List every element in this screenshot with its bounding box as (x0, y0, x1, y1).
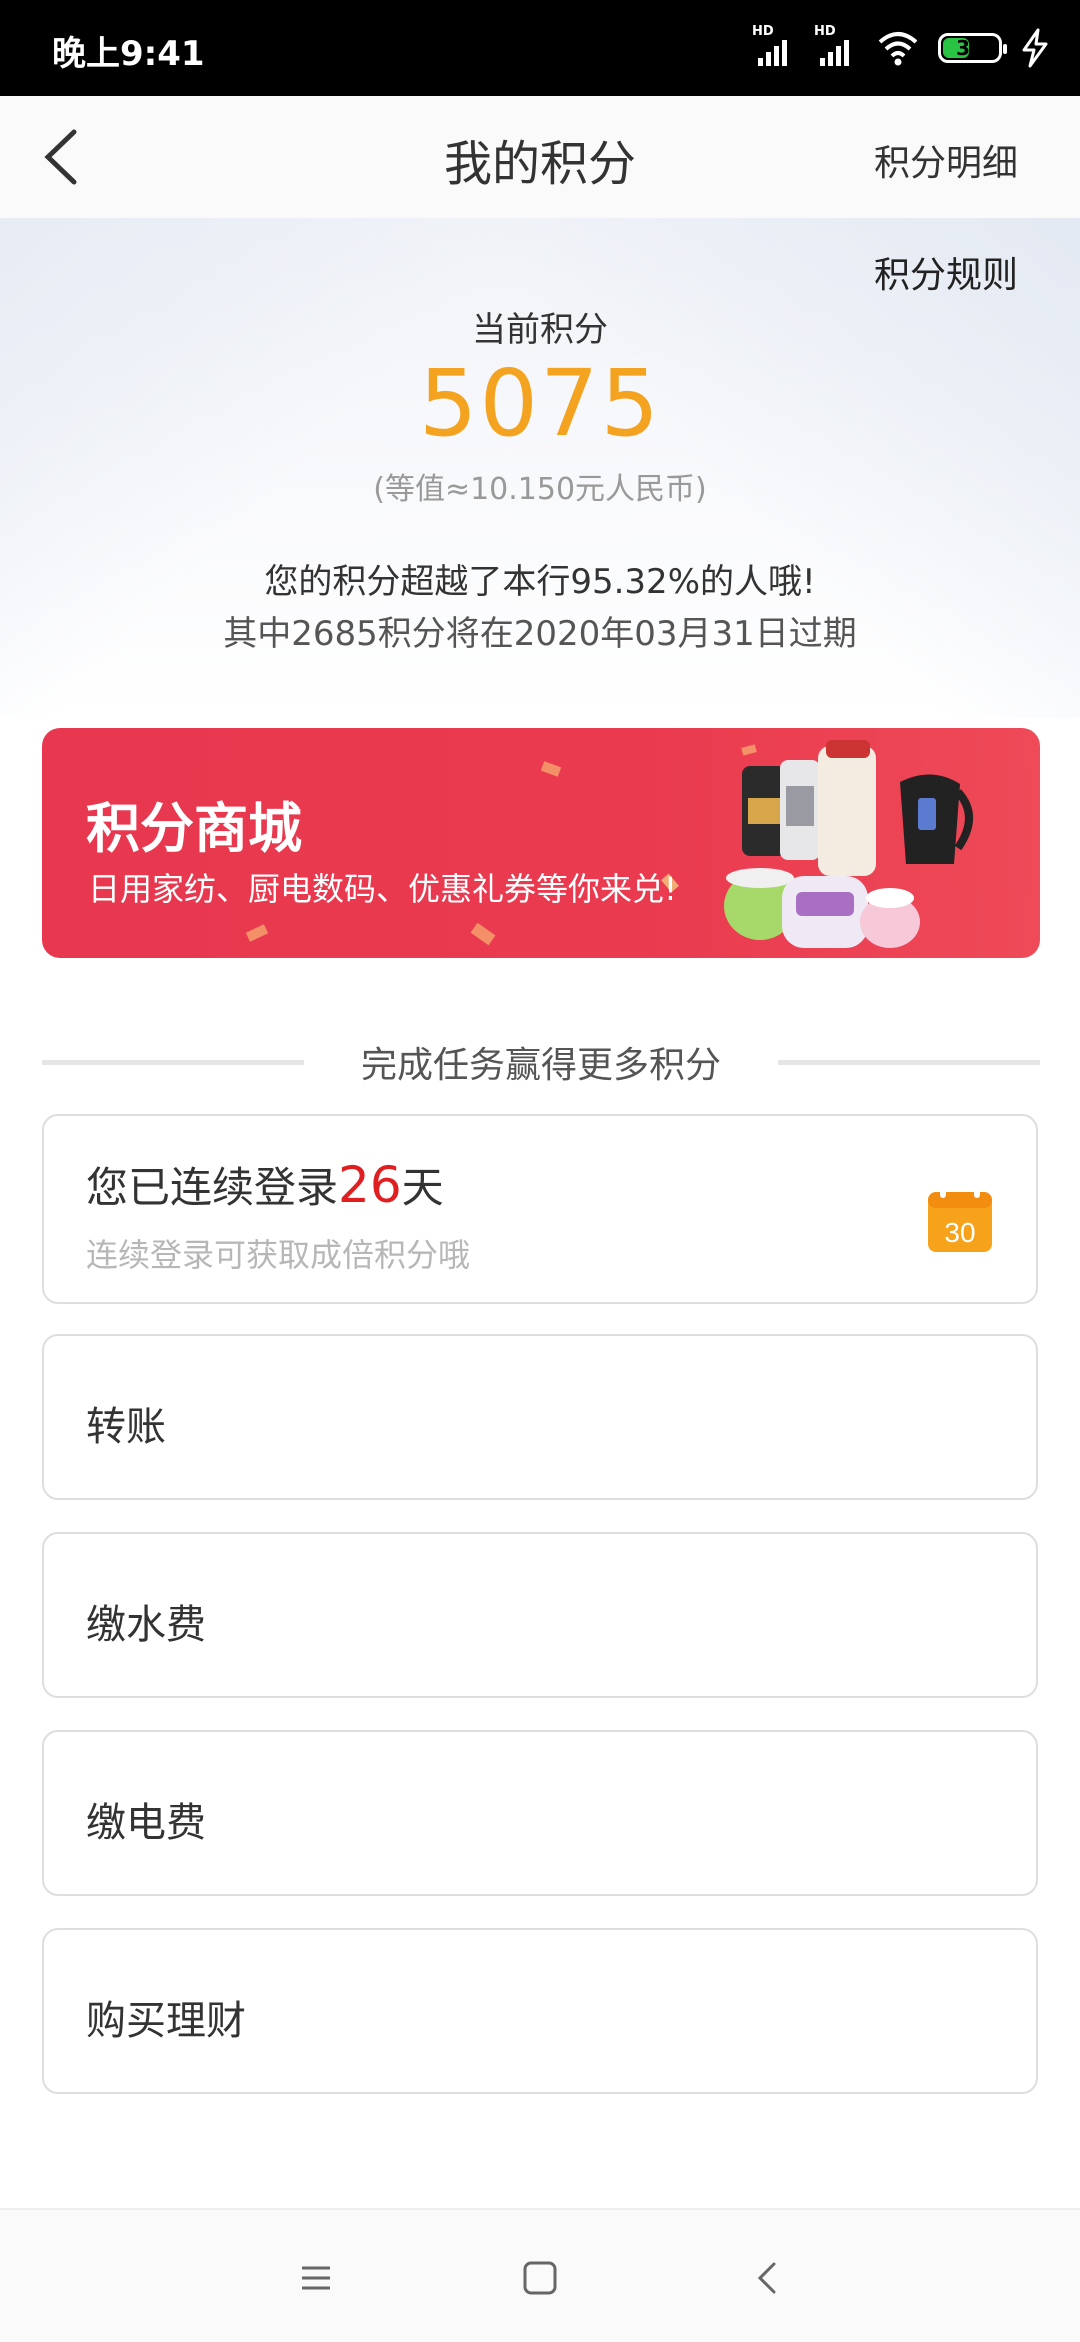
wifi-icon (878, 32, 918, 66)
login-streak-text: 您已连续登录26天 (86, 1154, 444, 1215)
status-bar: 晚上9:41 HD HD 34 (0, 0, 1080, 96)
login-streak-suffix: 天 (401, 1163, 444, 1212)
calendar-icon: 30 (928, 1186, 992, 1252)
menu-icon[interactable] (292, 2254, 340, 2302)
status-time: 晚上9:41 (52, 34, 205, 74)
network-type-label: HD (752, 24, 774, 39)
points-mall-banner[interactable]: 积分商城 日用家纺、厨电数码、优惠礼券等你来兑! (42, 728, 1040, 958)
current-points-value: 5075 (418, 350, 662, 457)
home-icon[interactable] (516, 2254, 564, 2302)
current-points-label: 当前积分 (472, 310, 608, 350)
battery-level: 34 (956, 36, 984, 60)
charging-icon (1022, 28, 1048, 68)
task-buy-wealth-product[interactable]: 购买理财 (42, 1928, 1038, 2094)
task-water-bill[interactable]: 缴水费 (42, 1532, 1038, 1698)
appliances-image (724, 740, 973, 948)
points-summary: 积分规则 当前积分 5075 (等值≈10.150元人民币) 您的积分超越了本行… (0, 218, 1080, 718)
banner-title: 积分商城 (86, 797, 302, 860)
banner-subtitle: 日用家纺、厨电数码、优惠礼券等你来兑! (88, 870, 677, 908)
consecutive-login-card[interactable]: 您已连续登录26天 连续登录可获取成倍积分哦 30 (42, 1114, 1038, 1304)
points-rules-link[interactable]: 积分规则 (874, 246, 1018, 298)
battery-icon: 34 (938, 33, 1007, 63)
system-nav-bar (0, 2208, 1080, 2342)
signal-icon-2: HD (814, 24, 858, 68)
task-transfer[interactable]: 转账 (42, 1334, 1038, 1500)
network-type-label-2: HD (814, 24, 836, 39)
task-label: 转账 (86, 1404, 166, 1450)
points-expire-text: 其中2685积分将在2020年03月31日过期 (223, 614, 857, 654)
login-streak-days: 26 (338, 1156, 402, 1214)
nav-back-icon[interactable] (744, 2254, 792, 2302)
task-label: 缴电费 (86, 1800, 206, 1846)
points-rank-text: 您的积分超越了本行95.32%的人哦! (264, 562, 816, 602)
signal-icon: HD (752, 24, 796, 68)
login-streak-hint: 连续登录可获取成倍积分哦 (86, 1236, 471, 1274)
points-detail-link[interactable]: 积分明细 (874, 134, 1018, 186)
task-label: 购买理财 (86, 1998, 246, 2044)
status-icons: HD HD 34 (752, 24, 1050, 72)
task-label: 缴水费 (86, 1602, 206, 1648)
tasks-section-header: 完成任务赢得更多积分 (42, 1030, 1040, 1090)
app-header: 我的积分 积分明细 (0, 96, 1080, 218)
tasks-section-title: 完成任务赢得更多积分 (360, 1045, 721, 1086)
login-streak-prefix: 您已连续登录 (86, 1163, 339, 1212)
task-electricity-bill[interactable]: 缴电费 (42, 1730, 1038, 1896)
points-equivalent: (等值≈10.150元人民币) (373, 472, 707, 507)
calendar-number: 30 (944, 1217, 975, 1248)
